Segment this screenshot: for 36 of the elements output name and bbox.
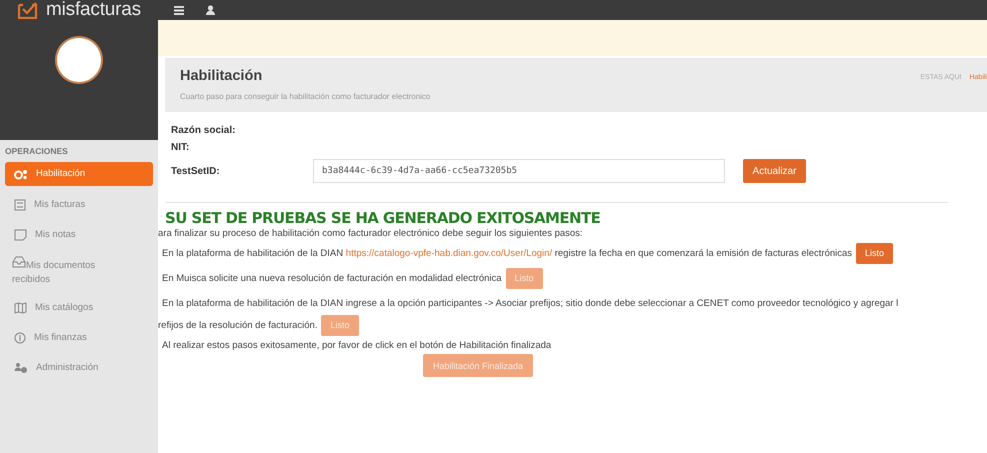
coin-icon	[14, 332, 26, 344]
done-button[interactable]: Listo	[856, 242, 894, 264]
step-text: En la plataforma de habilitación de la DIAN https://catalogo-vpfe-hab.dian.gov.co/User/Login/ registre la fecha en que comenzará la emisión de facturas electrónicas	[162, 248, 852, 258]
sidebar-item[interactable]: Mis catálogos	[5, 293, 153, 323]
app-logo: misfacturas	[46, 0, 141, 20]
sidebar-item[interactable]: Habilitación	[5, 162, 153, 186]
instructions-text: ara finalizar su proceso de habilitación como facturador electrónico debe seguir los siguientes pasos:	[158, 228, 584, 239]
step-text: refijos de la resolución de facturación.	[158, 320, 318, 330]
field-label: NIT:	[171, 142, 190, 153]
avatar[interactable]	[57, 38, 101, 82]
update-button[interactable]: Actualizar	[743, 159, 806, 183]
closing-text: Al realizar estos pasos exitosamente, por favor de click en el botón de Habilitación finalizada	[162, 340, 552, 351]
step-text: En la plataforma de habilitación de la DIAN ingrese a la opción participantes -> Asociar prefijos; sitio donde debe seleccionar a CENET como proveedor tecnológico y agregar l	[162, 298, 898, 308]
sidebar-item[interactable]: Mis finanzas	[5, 323, 153, 353]
page-title: Habilitación	[180, 68, 264, 84]
field-label: Razón social:	[171, 125, 236, 136]
page-subtitle: Cuarto paso para conseguir la habilitación como facturador electronico	[180, 92, 430, 101]
logo-icon	[18, 1, 40, 19]
success-heading: SU SET DE PRUEBAS SE HA GENERADO EXITOSAMENTE	[165, 209, 602, 227]
sidebar-item[interactable]: Administración	[5, 353, 153, 383]
gears-icon	[14, 168, 28, 180]
sidebar-item[interactable]: Mis notas	[5, 220, 153, 250]
note-icon	[14, 229, 27, 241]
step-text: En Muisca solicite una nueva resolución de facturación en modalidad electrónica	[162, 272, 502, 284]
menu-icon[interactable]	[174, 6, 184, 14]
map-icon	[14, 302, 27, 314]
input-field[interactable]: b3a8444c-6c39-4d7a-aa66-cc5ea73205b5	[313, 159, 725, 183]
link[interactable]: https://catalogo-vpfe-hab.dian.gov.co/User/Login/	[346, 248, 552, 258]
user-icon[interactable]	[206, 5, 215, 15]
inbox-icon	[12, 256, 26, 268]
sidebar-item[interactable]: Mis facturas	[5, 190, 153, 220]
field-label: TestSetID:	[171, 166, 221, 176]
document-icon	[14, 199, 26, 211]
users-icon	[14, 362, 28, 374]
section-label: OPERACIONES	[4, 145, 69, 158]
sidebar-item[interactable]: Mis documentos recibidos	[5, 250, 117, 293]
